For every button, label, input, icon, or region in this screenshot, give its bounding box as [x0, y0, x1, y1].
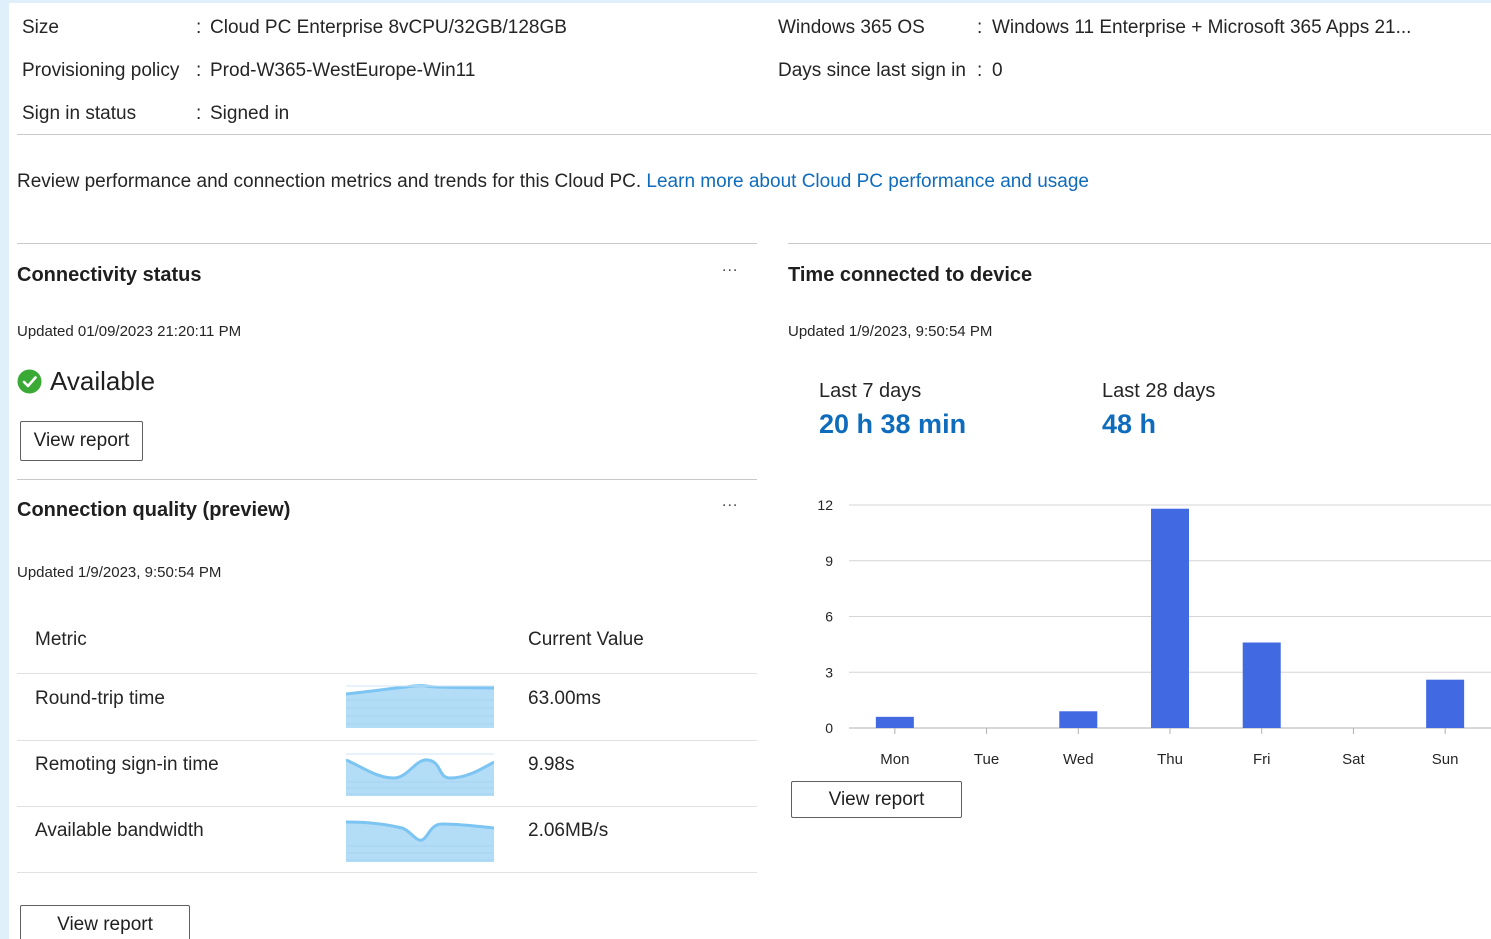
intro-description: Review performance and connection metric… — [17, 171, 647, 192]
last-7-days-value: 20 h 38 min — [819, 409, 967, 439]
y-tick-label: 9 — [825, 553, 833, 569]
round-trip-time-value: 63.00ms — [528, 688, 601, 709]
top-edge-strip — [0, 0, 1491, 3]
quality-card-divider — [17, 479, 757, 480]
x-tick-label-sun: Sun — [1432, 751, 1459, 768]
connectivity-view-report-button[interactable]: View report — [20, 421, 143, 461]
x-tick-label-wed: Wed — [1063, 751, 1094, 768]
x-tick-label-mon: Mon — [880, 751, 909, 768]
windows-os-colon: : — [977, 17, 983, 38]
bar-mon[interactable] — [875, 716, 914, 728]
round-trip-time-sparkline — [346, 684, 494, 728]
time-connected-title: Time connected to device — [788, 264, 1033, 286]
time-connected-card-divider — [788, 243, 1491, 244]
quality-updated-timestamp: Updated 1/9/2023, 9:50:54 PM — [17, 564, 222, 581]
connectivity-more-options-icon[interactable]: ... — [722, 259, 738, 275]
table-header-divider — [17, 673, 757, 674]
provisioning-policy-value: Prod-W365-WestEurope-Win11 — [210, 60, 476, 81]
current-value-column-header: Current Value — [528, 629, 644, 650]
y-tick-label: 6 — [825, 609, 833, 625]
last-28-days-value: 48 h — [1102, 409, 1157, 439]
connectivity-status: Available — [17, 366, 155, 397]
provisioning-policy-colon: : — [196, 60, 202, 81]
learn-more-link[interactable]: Learn more about Cloud PC performance an… — [646, 171, 1089, 192]
bar-wed[interactable] — [1059, 711, 1098, 728]
windows-os-value: Windows 11 Enterprise + Microsoft 365 Ap… — [992, 17, 1412, 38]
y-tick-label: 3 — [825, 664, 833, 680]
intro-text: Review performance and connection metric… — [17, 171, 1089, 193]
x-tick-label-thu: Thu — [1157, 751, 1183, 768]
connection-quality-title: Connection quality (preview) — [17, 499, 291, 521]
table-row-divider-3 — [17, 872, 757, 873]
bar-sun[interactable] — [1426, 679, 1465, 728]
size-colon: : — [196, 17, 202, 38]
sign-in-status-value: Signed in — [210, 103, 290, 124]
size-label: Size — [22, 17, 59, 38]
provisioning-policy-label: Provisioning policy — [22, 60, 180, 81]
days-since-sign-in-label: Days since last sign in — [778, 60, 966, 81]
available-bandwidth-label: Available bandwidth — [35, 820, 204, 841]
quality-more-options-icon[interactable]: ... — [722, 494, 738, 510]
available-bandwidth-sparkline — [346, 820, 494, 862]
time-connected-view-report-button[interactable]: View report — [791, 781, 962, 818]
y-tick-label: 12 — [817, 497, 833, 513]
last-7-days-label: Last 7 days — [819, 380, 922, 402]
check-circle-icon — [17, 369, 42, 394]
remoting-sign-in-time-label: Remoting sign-in time — [35, 754, 219, 775]
properties-divider — [17, 134, 1491, 135]
bar-fri[interactable] — [1242, 642, 1281, 728]
metric-column-header: Metric — [35, 629, 87, 650]
round-trip-time-label: Round-trip time — [35, 688, 165, 709]
remoting-sign-in-time-sparkline — [346, 753, 494, 796]
sign-in-status-colon: : — [196, 103, 202, 124]
table-row-divider-2 — [17, 806, 757, 807]
connectivity-status-title: Connectivity status — [17, 264, 202, 286]
time-connected-bar-chart: 0 3 6 9 12 Mon Tue Wed Thu Fri Sat Sun — [817, 497, 1491, 768]
x-tick-label-sat: Sat — [1342, 751, 1365, 768]
left-edge-strip — [0, 0, 9, 939]
connectivity-updated-timestamp: Updated 01/09/2023 21:20:11 PM — [17, 323, 242, 340]
remoting-sign-in-time-value: 9.98s — [528, 754, 575, 775]
size-value: Cloud PC Enterprise 8vCPU/32GB/128GB — [210, 17, 567, 38]
x-tick-label-tue: Tue — [974, 751, 999, 768]
windows-os-label: Windows 365 OS — [778, 17, 925, 38]
bar-thu[interactable] — [1151, 508, 1189, 728]
days-since-sign-in-colon: : — [977, 60, 983, 81]
status-available-text: Available — [50, 366, 156, 396]
x-tick-label-fri: Fri — [1253, 751, 1271, 768]
connectivity-card-divider — [17, 243, 757, 244]
available-bandwidth-value: 2.06MB/s — [528, 820, 609, 841]
last-28-days-label: Last 28 days — [1102, 380, 1216, 402]
y-tick-label: 0 — [825, 720, 833, 736]
sign-in-status-label: Sign in status — [22, 103, 137, 124]
quality-view-report-button[interactable]: View report — [20, 905, 190, 939]
time-connected-updated-timestamp: Updated 1/9/2023, 9:50:54 PM — [788, 323, 993, 340]
days-since-sign-in-value: 0 — [992, 60, 1003, 81]
table-row-divider-1 — [17, 740, 757, 741]
